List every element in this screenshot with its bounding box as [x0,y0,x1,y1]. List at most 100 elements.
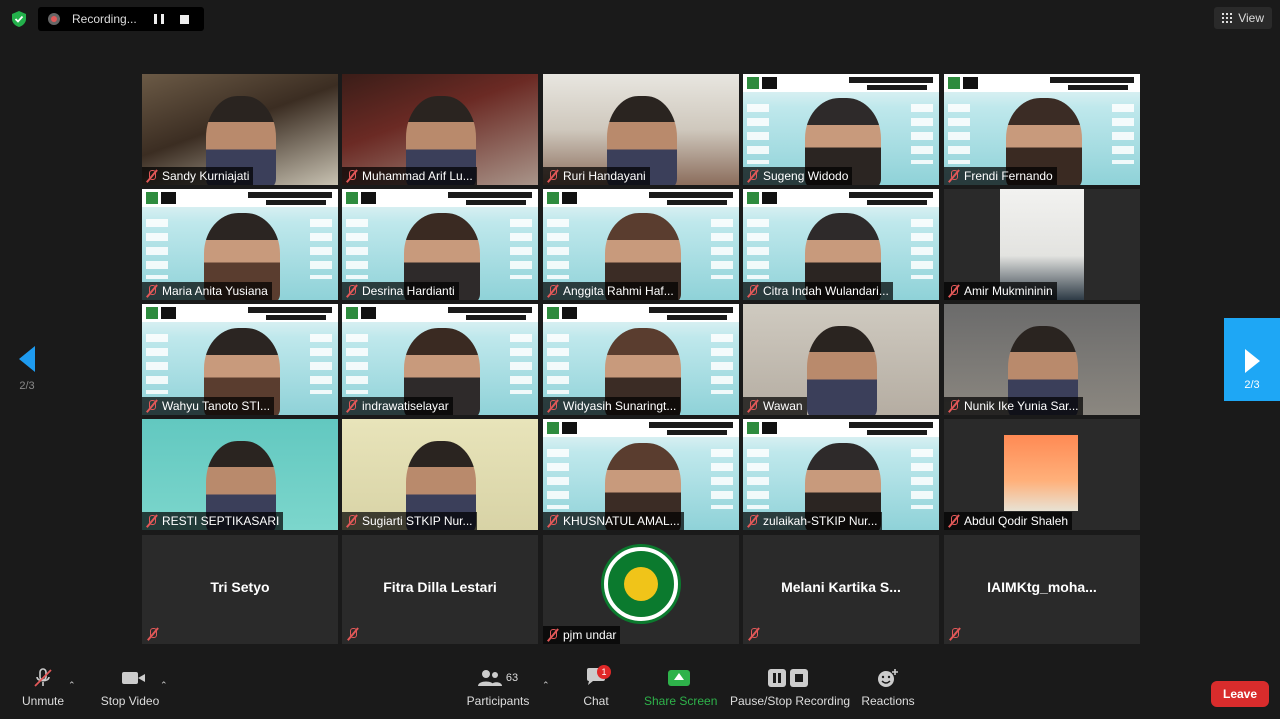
participant-name-bar: Wahyu Tanoto STI... [142,397,275,415]
view-button-label: View [1238,11,1264,25]
participant-name-bar: Muhammad Arif Lu... [342,167,477,185]
participant-display-name: Tri Setyo [210,579,270,595]
participant-name-bar: Maria Anita Yusiana [142,282,272,300]
video-options-chevron-icon[interactable]: ⌃ [160,680,168,691]
participant-name: Widyasih Sunaringt... [563,399,677,413]
participant-tile[interactable]: Maria Anita Yusiana [142,189,338,300]
video-camera-icon [122,672,145,684]
leave-button[interactable]: Leave [1211,681,1269,707]
smiley-plus-icon [878,669,898,687]
participants-count: 63 [505,672,519,684]
participant-tile[interactable]: Muhammad Arif Lu... [342,74,538,185]
participant-tile[interactable]: Ruri Handayani [543,74,739,185]
participant-tile[interactable]: Sugiarti STKIP Nur... [342,419,538,530]
participant-name-bar: Ruri Handayani [543,167,650,185]
participant-tile[interactable]: RESTI SEPTIKASARI [142,419,338,530]
participant-name: Sandy Kurniajati [162,169,250,183]
participant-name-bar: Sandy Kurniajati [142,167,254,185]
previous-page-button[interactable]: 2/3 [8,340,46,400]
microphone-muted-icon [746,399,760,413]
stop-recording-icon[interactable] [180,14,189,24]
microphone-muted-icon [746,169,760,183]
next-page-button[interactable]: 2/3 [1224,318,1280,401]
pause-stop-recording-button[interactable]: Pause/Stop Recording [730,666,851,708]
participant-name: Wawan [763,399,803,413]
reactions-button[interactable]: Reactions [860,666,916,708]
microphone-muted-icon [145,399,159,413]
pause-stop-icon [768,669,808,687]
participant-tile[interactable]: Abdul Qodir Shaleh [944,419,1140,530]
microphone-muted-icon [747,627,761,641]
participant-tile[interactable]: Wawan [743,304,939,415]
participant-display-name: IAIMKtg_moha... [987,579,1097,595]
unmute-button[interactable]: Unmute [18,666,68,708]
microphone-muted-icon [145,514,159,528]
participant-tile-video-off[interactable]: IAIMKtg_moha... [944,535,1140,644]
pause-stop-recording-label: Pause/Stop Recording [730,694,851,708]
microphone-muted-icon [746,514,760,528]
microphone-muted-icon [948,627,962,641]
participant-tile[interactable]: Sandy Kurniajati [142,74,338,185]
microphone-muted-icon [546,169,560,183]
arrow-left-icon [19,346,35,372]
participant-name-bar: Sugeng Widodo [743,167,853,185]
participant-tile[interactable]: Sugeng Widodo [743,74,939,185]
participant-name: Maria Anita Yusiana [162,284,268,298]
page-indicator-right: 2/3 [1244,379,1260,391]
microphone-muted-icon [947,514,961,528]
participant-tile[interactable]: Citra Indah Wulandari... [743,189,939,300]
microphone-muted-icon [746,284,760,298]
participant-tile-video-off[interactable]: Melani Kartika S... [743,535,939,644]
participant-name: Frendi Fernando [964,169,1053,183]
participant-tile-video-off[interactable]: Tri Setyo [142,535,338,644]
view-button[interactable]: View [1214,7,1272,29]
participants-button[interactable]: 63 Participants [466,666,530,708]
participant-name-bar: Citra Indah Wulandari... [743,282,893,300]
participant-name-bar: KHUSNATUL AMAL... [543,512,684,530]
participant-name: Wahyu Tanoto STI... [162,399,271,413]
participant-tile[interactable]: indrawatiselayar [342,304,538,415]
participant-tile-video-off[interactable]: Fitra Dilla Lestari [342,535,538,644]
participant-tile[interactable]: Amir Mukmininin [944,189,1140,300]
participants-label: Participants [466,694,530,708]
stop-video-button[interactable]: Stop Video [100,666,160,708]
audio-options-chevron-icon[interactable]: ⌃ [68,680,76,691]
participant-name-bar: RESTI SEPTIKASARI [142,512,284,530]
recording-indicator: Recording... [38,7,204,31]
microphone-muted-icon [345,169,359,183]
participant-tile[interactable]: Anggita Rahmi Haf... [543,189,739,300]
participant-name: Sugiarti STKIP Nur... [362,514,473,528]
participant-tile[interactable]: Frendi Fernando [944,74,1140,185]
participant-tile[interactable]: KHUSNATUL AMAL... [543,419,739,530]
participant-name-bar: Sugiarti STKIP Nur... [342,512,477,530]
share-screen-button[interactable]: Share Screen [644,666,718,708]
participant-tile[interactable]: Wahyu Tanoto STI... [142,304,338,415]
participant-display-name: Fitra Dilla Lestari [383,579,497,595]
microphone-muted-icon [345,284,359,298]
participant-tile[interactable]: zulaikah-STKIP Nur... [743,419,939,530]
participant-name: Abdul Qodir Shaleh [964,514,1069,528]
microphone-muted-icon [345,514,359,528]
security-shield-icon[interactable] [10,10,28,28]
participant-name-bar: zulaikah-STKIP Nur... [743,512,882,530]
participant-tile[interactable]: Desrina Hardianti [342,189,538,300]
participant-name-bar: Wawan [743,397,807,415]
participant-name-bar: Amir Mukmininin [944,282,1057,300]
pause-recording-icon[interactable] [154,14,164,24]
participants-icon [477,670,502,686]
microphone-muted-icon [145,284,159,298]
share-screen-icon [668,670,690,686]
participant-name-bar: Abdul Qodir Shaleh [944,512,1073,530]
participant-name-bar: Frendi Fernando [944,167,1057,185]
participant-tile[interactable]: Nunik Ike Yunia Sar... [944,304,1140,415]
microphone-muted-icon [947,284,961,298]
participant-tile-video-off[interactable]: pjm undar [543,535,739,644]
microphone-muted-icon [947,169,961,183]
stop-video-label: Stop Video [100,694,160,708]
microphone-muted-icon [346,627,360,641]
share-screen-label: Share Screen [644,694,718,708]
chat-button[interactable]: 1 Chat [576,664,616,708]
participant-tile[interactable]: Widyasih Sunaringt... [543,304,739,415]
participants-options-chevron-icon[interactable]: ⌃ [542,680,550,691]
recording-label: Recording... [72,12,137,26]
